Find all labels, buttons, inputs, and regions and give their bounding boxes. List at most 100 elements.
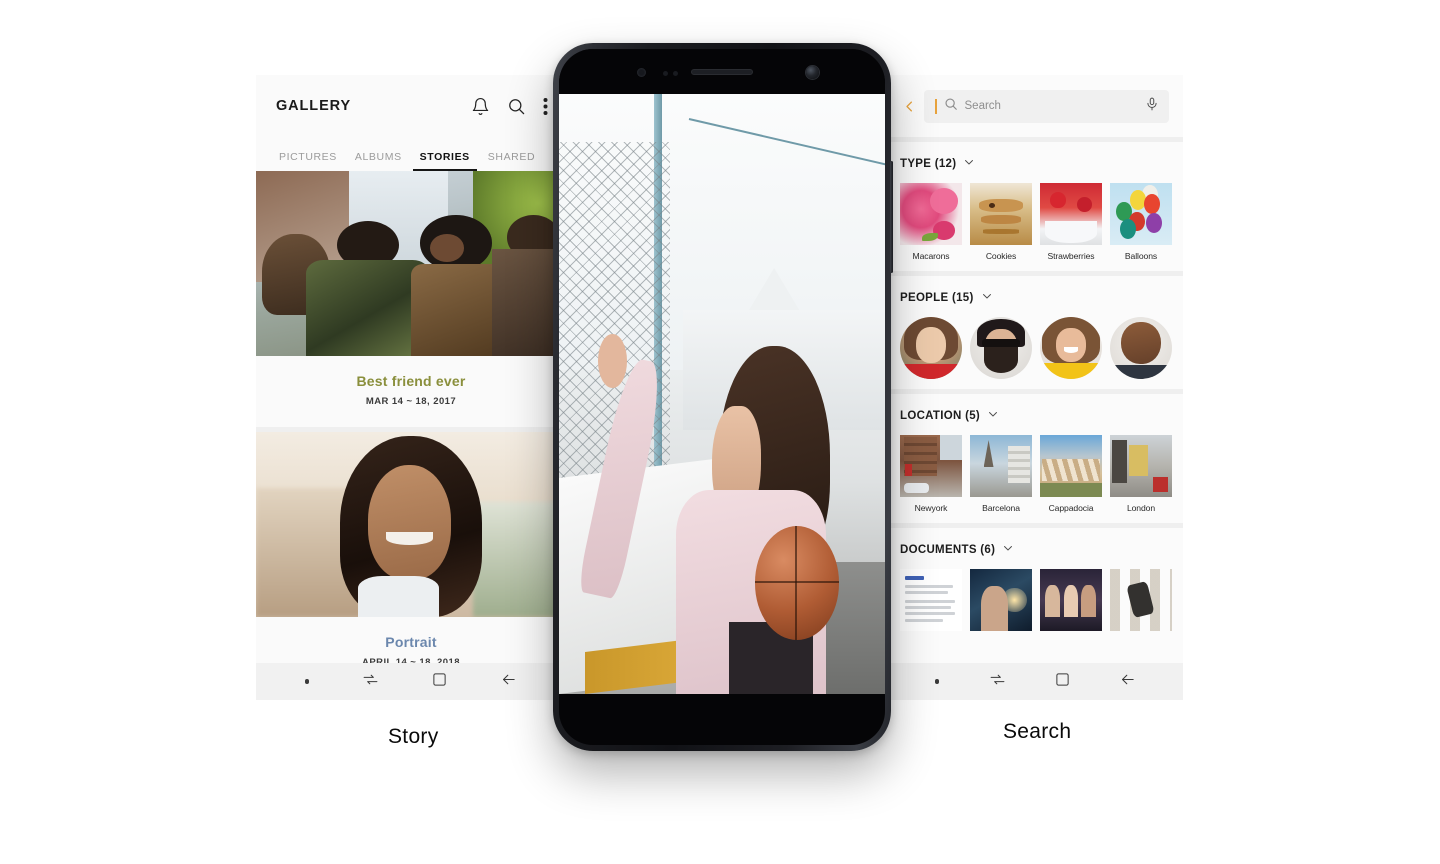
more-vertical-icon[interactable] xyxy=(543,97,548,116)
story-meta: Best friend ever MAR 14 ~ 18, 2017 xyxy=(256,356,566,427)
tile-thumbnail xyxy=(1040,569,1102,631)
list-item[interactable] xyxy=(1040,569,1102,631)
power-button[interactable] xyxy=(890,161,893,273)
tile-thumbnail xyxy=(970,435,1032,497)
tile-thumbnail xyxy=(900,183,962,245)
recents-icon[interactable] xyxy=(362,671,379,693)
section-header[interactable]: PEOPLE (15) xyxy=(888,276,1183,317)
gallery-header: GALLERY xyxy=(256,75,566,137)
list-item[interactable]: Balloons xyxy=(1110,183,1172,261)
search-icon xyxy=(944,97,958,116)
avatar xyxy=(900,317,962,379)
chevron-down-icon[interactable] xyxy=(963,155,975,173)
avatar xyxy=(1110,317,1172,379)
tile-thumbnail xyxy=(1040,435,1102,497)
story-photo-portrait[interactable] xyxy=(256,432,566,617)
tile-label: London xyxy=(1126,503,1156,513)
search-placeholder: Search xyxy=(964,100,1001,112)
back-icon[interactable] xyxy=(1119,671,1136,693)
tile-label: Macarons xyxy=(912,251,950,261)
list-item[interactable] xyxy=(900,569,962,631)
bell-icon[interactable] xyxy=(471,97,490,116)
earpiece-speaker xyxy=(691,69,753,75)
tile-label: Cappadocia xyxy=(1048,503,1094,513)
right-navbar xyxy=(888,663,1183,700)
list-item[interactable]: Cookies xyxy=(970,183,1032,261)
list-item[interactable]: Strawberries xyxy=(1040,183,1102,261)
list-item[interactable] xyxy=(1110,569,1172,631)
section-type: TYPE (12) Macarons Cookies Strawberries xyxy=(888,142,1183,271)
phone-body xyxy=(559,49,885,745)
tab-shared[interactable]: SHARED xyxy=(479,151,544,171)
header-actions xyxy=(471,97,548,116)
section-title: TYPE (12) xyxy=(900,158,957,170)
people-tiles xyxy=(888,317,1183,379)
chevron-down-icon[interactable] xyxy=(981,289,993,307)
list-item[interactable] xyxy=(1110,317,1172,379)
search-input[interactable]: Search xyxy=(924,89,1169,123)
tab-albums[interactable]: ALBUMS xyxy=(346,151,411,171)
gallery-tabs: PICTURES ALBUMS STORIES SHARED xyxy=(256,137,566,171)
section-title: LOCATION (5) xyxy=(900,410,981,422)
tile-label: Barcelona xyxy=(982,503,1020,513)
search-icon[interactable] xyxy=(507,97,526,116)
section-header[interactable]: LOCATION (5) xyxy=(888,394,1183,435)
front-camera-icon xyxy=(806,66,819,79)
tab-pictures[interactable]: PICTURES xyxy=(270,151,346,171)
tile-label: Cookies xyxy=(985,251,1017,261)
story-date: MAR 14 ~ 18, 2017 xyxy=(365,396,457,407)
documents-tiles xyxy=(888,569,1183,631)
chevron-down-icon[interactable] xyxy=(1002,541,1014,559)
light-sensor-icon xyxy=(663,71,668,76)
list-item[interactable]: Cappadocia xyxy=(1040,435,1102,513)
list-item[interactable]: Macarons xyxy=(900,183,962,261)
story-card[interactable]: Best friend ever MAR 14 ~ 18, 2017 xyxy=(256,171,566,427)
home-icon[interactable] xyxy=(432,672,447,692)
section-documents: DOCUMENTS (6) xyxy=(888,528,1183,641)
section-header[interactable]: DOCUMENTS (6) xyxy=(888,528,1183,569)
recents-icon[interactable] xyxy=(989,671,1006,693)
story-photo-best-friend[interactable] xyxy=(256,171,566,356)
list-item[interactable]: Barcelona xyxy=(970,435,1032,513)
tile-thumbnail xyxy=(970,183,1032,245)
tab-stories[interactable]: STORIES xyxy=(411,151,479,171)
ir-sensor-icon xyxy=(673,71,678,76)
story-title: Best friend ever xyxy=(356,373,466,389)
tile-thumbnail xyxy=(970,569,1032,631)
proximity-sensor-icon xyxy=(637,68,646,77)
section-header[interactable]: TYPE (12) xyxy=(888,142,1183,183)
back-icon[interactable] xyxy=(500,671,517,693)
tile-thumbnail xyxy=(900,435,962,497)
list-item[interactable] xyxy=(1040,317,1102,379)
list-item[interactable]: London xyxy=(1110,435,1172,513)
type-tiles: Macarons Cookies Strawberries Balloons xyxy=(888,183,1183,261)
dot-indicator[interactable] xyxy=(304,679,310,684)
left-phone-screen: GALLERY PICTURES ALBUMS STORIES SHARED B… xyxy=(256,75,566,700)
list-item[interactable] xyxy=(970,569,1032,631)
center-phone-screen[interactable] xyxy=(559,94,885,694)
tile-thumbnail xyxy=(1040,183,1102,245)
right-phone-screen: Search TYPE (12) Macarons Cookies Strawb… xyxy=(888,75,1183,700)
location-tiles: Newyork Barcelona Cappadocia London xyxy=(888,435,1183,513)
list-item[interactable] xyxy=(900,317,962,379)
section-people: PEOPLE (15) xyxy=(888,276,1183,389)
search-bar: Search xyxy=(888,75,1183,137)
list-item[interactable]: Newyork xyxy=(900,435,962,513)
caption-search: Search xyxy=(1003,720,1072,743)
tile-label: Newyork xyxy=(914,503,948,513)
microphone-icon[interactable] xyxy=(1145,97,1159,116)
list-item[interactable] xyxy=(970,317,1032,379)
left-navbar xyxy=(256,663,566,700)
caption-story: Story xyxy=(388,725,439,748)
story-card[interactable]: Portrait APRIL 14 ~ 18, 2018 xyxy=(256,432,566,688)
back-chevron-icon[interactable] xyxy=(894,99,924,114)
avatar xyxy=(1040,317,1102,379)
center-phone-device xyxy=(553,43,893,751)
tile-label: Strawberries xyxy=(1047,251,1095,261)
tile-thumbnail xyxy=(1110,183,1172,245)
dot-indicator[interactable] xyxy=(934,679,940,684)
avatar xyxy=(970,317,1032,379)
home-icon[interactable] xyxy=(1055,672,1070,692)
text-caret xyxy=(935,98,937,114)
chevron-down-icon[interactable] xyxy=(987,407,999,425)
